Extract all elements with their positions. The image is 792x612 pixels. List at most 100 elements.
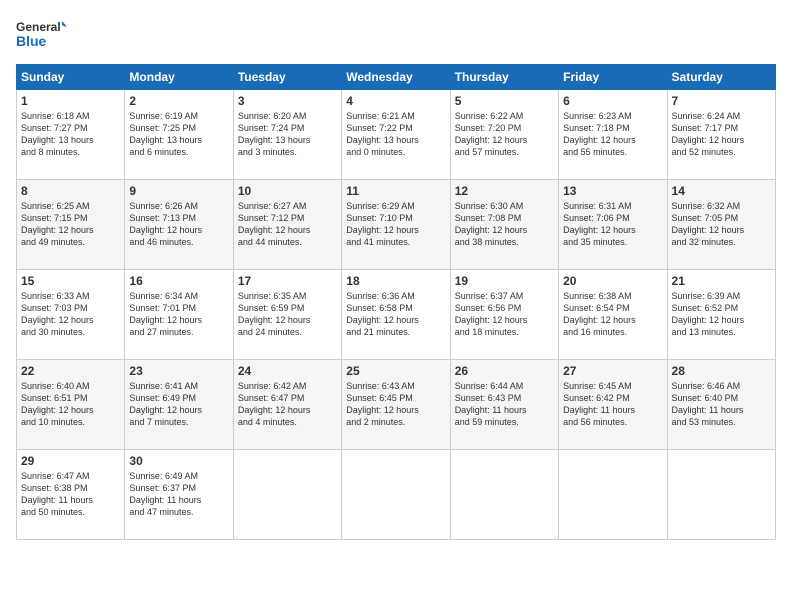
cell-info: Sunrise: 6:21 AMSunset: 7:22 PMDaylight:… xyxy=(346,110,445,159)
day-number: 22 xyxy=(21,364,120,378)
day-number: 27 xyxy=(563,364,662,378)
day-number: 26 xyxy=(455,364,554,378)
day-number: 17 xyxy=(238,274,337,288)
page-header: General Blue xyxy=(16,16,776,56)
cell-info: Sunrise: 6:49 AMSunset: 6:37 PMDaylight:… xyxy=(129,470,228,519)
calendar-cell: 6 Sunrise: 6:23 AMSunset: 7:18 PMDaylight… xyxy=(559,90,667,180)
calendar-cell xyxy=(342,450,450,540)
cell-info: Sunrise: 6:22 AMSunset: 7:20 PMDaylight:… xyxy=(455,110,554,159)
cell-info: Sunrise: 6:36 AMSunset: 6:58 PMDaylight:… xyxy=(346,290,445,339)
week-row-3: 15 Sunrise: 6:33 AMSunset: 7:03 PMDayligh… xyxy=(17,270,776,360)
week-row-5: 29Sunrise: 6:47 AMSunset: 6:38 PMDayligh… xyxy=(17,450,776,540)
cell-info: Sunrise: 6:18 AMSunset: 7:27 PMDaylight:… xyxy=(21,110,120,159)
calendar-cell: 13 Sunrise: 6:31 AMSunset: 7:06 PMDayligh… xyxy=(559,180,667,270)
day-number: 4 xyxy=(346,94,445,108)
day-number: 10 xyxy=(238,184,337,198)
calendar-cell: 30 Sunrise: 6:49 AMSunset: 6:37 PMDayligh… xyxy=(125,450,233,540)
cell-info: Sunrise: 6:23 AMSunset: 7:18 PMDaylight:… xyxy=(563,110,662,159)
day-number: 15 xyxy=(21,274,120,288)
day-number: 28 xyxy=(672,364,771,378)
day-number: 30 xyxy=(129,454,228,468)
week-row-1: 1 Sunrise: 6:18 AMSunset: 7:27 PMDaylight… xyxy=(17,90,776,180)
cell-info: Sunrise: 6:26 AMSunset: 7:13 PMDaylight:… xyxy=(129,200,228,249)
cell-info: Sunrise: 6:19 AMSunset: 7:25 PMDaylight:… xyxy=(129,110,228,159)
calendar-cell: 7Sunrise: 6:24 AMSunset: 7:17 PMDaylight… xyxy=(667,90,775,180)
day-number: 11 xyxy=(346,184,445,198)
day-number: 24 xyxy=(238,364,337,378)
cell-info: Sunrise: 6:32 AMSunset: 7:05 PMDaylight:… xyxy=(672,200,771,249)
cell-info: Sunrise: 6:33 AMSunset: 7:03 PMDaylight:… xyxy=(21,290,120,339)
day-number: 5 xyxy=(455,94,554,108)
calendar-cell: 4 Sunrise: 6:21 AMSunset: 7:22 PMDaylight… xyxy=(342,90,450,180)
day-number: 18 xyxy=(346,274,445,288)
header-saturday: Saturday xyxy=(667,65,775,90)
cell-info: Sunrise: 6:27 AMSunset: 7:12 PMDaylight:… xyxy=(238,200,337,249)
day-number: 29 xyxy=(21,454,120,468)
day-number: 6 xyxy=(563,94,662,108)
calendar-cell: 15 Sunrise: 6:33 AMSunset: 7:03 PMDayligh… xyxy=(17,270,125,360)
calendar-cell: 11 Sunrise: 6:29 AMSunset: 7:10 PMDayligh… xyxy=(342,180,450,270)
calendar-cell: 3 Sunrise: 6:20 AMSunset: 7:24 PMDaylight… xyxy=(233,90,341,180)
calendar-cell: 23Sunrise: 6:41 AMSunset: 6:49 PMDayligh… xyxy=(125,360,233,450)
calendar-cell xyxy=(667,450,775,540)
calendar-cell: 17 Sunrise: 6:35 AMSunset: 6:59 PMDayligh… xyxy=(233,270,341,360)
day-number: 13 xyxy=(563,184,662,198)
cell-info: Sunrise: 6:38 AMSunset: 6:54 PMDaylight:… xyxy=(563,290,662,339)
header-wednesday: Wednesday xyxy=(342,65,450,90)
header-sunday: Sunday xyxy=(17,65,125,90)
calendar-body: 1 Sunrise: 6:18 AMSunset: 7:27 PMDaylight… xyxy=(17,90,776,540)
cell-info: Sunrise: 6:20 AMSunset: 7:24 PMDaylight:… xyxy=(238,110,337,159)
cell-info: Sunrise: 6:35 AMSunset: 6:59 PMDaylight:… xyxy=(238,290,337,339)
day-number: 9 xyxy=(129,184,228,198)
header-monday: Monday xyxy=(125,65,233,90)
header-friday: Friday xyxy=(559,65,667,90)
day-number: 21 xyxy=(672,274,771,288)
logo: General Blue xyxy=(16,16,66,56)
calendar-table: SundayMondayTuesdayWednesdayThursdayFrid… xyxy=(16,64,776,540)
cell-info: Sunrise: 6:24 AMSunset: 7:17 PMDaylight:… xyxy=(672,110,771,159)
week-row-4: 22 Sunrise: 6:40 AMSunset: 6:51 PMDayligh… xyxy=(17,360,776,450)
calendar-cell: 29Sunrise: 6:47 AMSunset: 6:38 PMDayligh… xyxy=(17,450,125,540)
day-number: 2 xyxy=(129,94,228,108)
day-number: 8 xyxy=(21,184,120,198)
header-thursday: Thursday xyxy=(450,65,558,90)
calendar-cell: 9 Sunrise: 6:26 AMSunset: 7:13 PMDaylight… xyxy=(125,180,233,270)
cell-info: Sunrise: 6:25 AMSunset: 7:15 PMDaylight:… xyxy=(21,200,120,249)
calendar-cell xyxy=(233,450,341,540)
day-number: 20 xyxy=(563,274,662,288)
day-number: 25 xyxy=(346,364,445,378)
day-number: 23 xyxy=(129,364,228,378)
cell-info: Sunrise: 6:45 AMSunset: 6:42 PMDaylight:… xyxy=(563,380,662,429)
header-tuesday: Tuesday xyxy=(233,65,341,90)
day-number: 1 xyxy=(21,94,120,108)
cell-info: Sunrise: 6:40 AMSunset: 6:51 PMDaylight:… xyxy=(21,380,120,429)
cell-info: Sunrise: 6:44 AMSunset: 6:43 PMDaylight:… xyxy=(455,380,554,429)
calendar-cell: 8 Sunrise: 6:25 AMSunset: 7:15 PMDaylight… xyxy=(17,180,125,270)
logo-svg: General Blue xyxy=(16,16,66,56)
calendar-cell: 24 Sunrise: 6:42 AMSunset: 6:47 PMDayligh… xyxy=(233,360,341,450)
calendar-cell xyxy=(559,450,667,540)
cell-info: Sunrise: 6:46 AMSunset: 6:40 PMDaylight:… xyxy=(672,380,771,429)
calendar-cell: 16Sunrise: 6:34 AMSunset: 7:01 PMDayligh… xyxy=(125,270,233,360)
calendar-cell: 21Sunrise: 6:39 AMSunset: 6:52 PMDayligh… xyxy=(667,270,775,360)
day-number: 19 xyxy=(455,274,554,288)
cell-info: Sunrise: 6:29 AMSunset: 7:10 PMDaylight:… xyxy=(346,200,445,249)
svg-text:General: General xyxy=(16,20,61,34)
cell-info: Sunrise: 6:37 AMSunset: 6:56 PMDaylight:… xyxy=(455,290,554,339)
cell-info: Sunrise: 6:42 AMSunset: 6:47 PMDaylight:… xyxy=(238,380,337,429)
calendar-cell: 10 Sunrise: 6:27 AMSunset: 7:12 PMDayligh… xyxy=(233,180,341,270)
calendar-cell: 18 Sunrise: 6:36 AMSunset: 6:58 PMDayligh… xyxy=(342,270,450,360)
week-row-2: 8 Sunrise: 6:25 AMSunset: 7:15 PMDaylight… xyxy=(17,180,776,270)
calendar-cell xyxy=(450,450,558,540)
day-number: 12 xyxy=(455,184,554,198)
calendar-cell: 22 Sunrise: 6:40 AMSunset: 6:51 PMDayligh… xyxy=(17,360,125,450)
cell-info: Sunrise: 6:30 AMSunset: 7:08 PMDaylight:… xyxy=(455,200,554,249)
svg-text:Blue: Blue xyxy=(16,33,47,49)
day-number: 16 xyxy=(129,274,228,288)
calendar-cell: 26 Sunrise: 6:44 AMSunset: 6:43 PMDayligh… xyxy=(450,360,558,450)
cell-info: Sunrise: 6:43 AMSunset: 6:45 PMDaylight:… xyxy=(346,380,445,429)
cell-info: Sunrise: 6:31 AMSunset: 7:06 PMDaylight:… xyxy=(563,200,662,249)
calendar-header-row: SundayMondayTuesdayWednesdayThursdayFrid… xyxy=(17,65,776,90)
day-number: 3 xyxy=(238,94,337,108)
day-number: 14 xyxy=(672,184,771,198)
